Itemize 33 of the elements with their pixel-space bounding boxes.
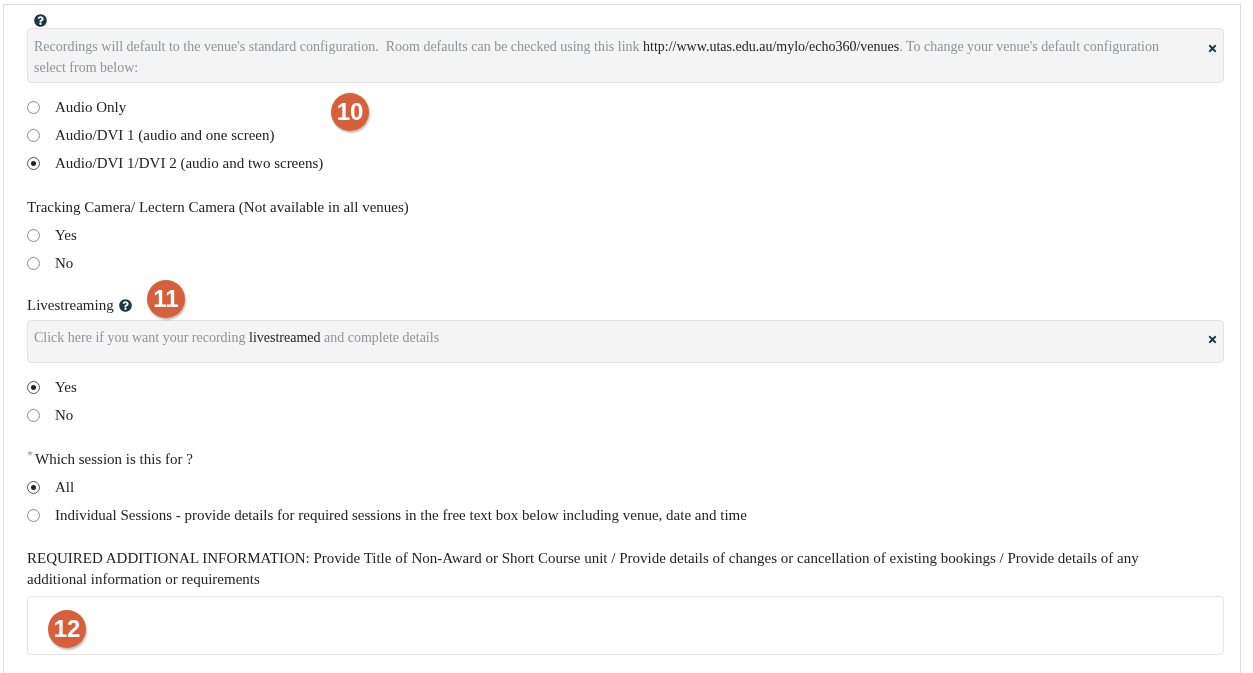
close-icon[interactable] (1207, 43, 1218, 54)
radio-button[interactable] (27, 408, 40, 422)
radio-button[interactable] (27, 228, 40, 242)
help-icon[interactable] (34, 14, 47, 27)
text-area-field[interactable] (27, 596, 1224, 655)
notice-text: Click here if you want your recording livestreamed and complete details (34, 329, 440, 347)
radio-label[interactable]: No (55, 253, 74, 273)
radio-label[interactable]: Yes (55, 225, 77, 245)
radio-label[interactable]: Individual Sessions - provide details for required sessions in the free text box below including venue, date and time (55, 505, 747, 525)
radio-label[interactable]: Yes (55, 377, 77, 397)
radio-button[interactable] (27, 480, 40, 494)
numbered-callout: 11 (147, 280, 185, 318)
radio-button[interactable] (27, 128, 40, 142)
radio-label[interactable]: All (55, 477, 75, 497)
notice-text: Recordings will default to the venue's standard configuration. Room defaults can be checked using this link http://www.utas.edu.au/mylo/echo360/venues. To change your venue's default configuration select from below: (34, 38, 1160, 77)
radio-label[interactable]: Audio/DVI 1/DVI 2 (audio and two screens) (55, 153, 324, 173)
radio-button[interactable] (27, 380, 40, 394)
radio-label[interactable]: Audio/DVI 1 (audio and one screen) (55, 125, 275, 145)
notice-link[interactable]: livestreamed (249, 330, 321, 345)
close-icon[interactable] (1207, 334, 1218, 345)
radio-button[interactable] (27, 100, 40, 114)
field-label: REQUIRED ADDITIONAL INFORMATION: Provide Title of Non-Award or Short Course unit / Provide details of changes or cancellation of existing bookings / Provide details of any additional information or requirements (27, 549, 1140, 589)
numbered-callout: 10 (331, 93, 369, 131)
required-mark: * (27, 449, 33, 461)
field-label: Which session is this for ? (35, 450, 193, 469)
help-icon[interactable] (118, 298, 132, 312)
field-label: Livestreaming (27, 296, 114, 315)
radio-button[interactable] (27, 256, 40, 270)
radio-label[interactable]: No (55, 405, 74, 425)
radio-label[interactable]: Audio Only (55, 97, 127, 117)
radio-button[interactable] (27, 156, 40, 170)
field-label: Tracking Camera/ Lectern Camera (Not available in all venues) (27, 199, 409, 215)
radio-button[interactable] (27, 508, 40, 522)
